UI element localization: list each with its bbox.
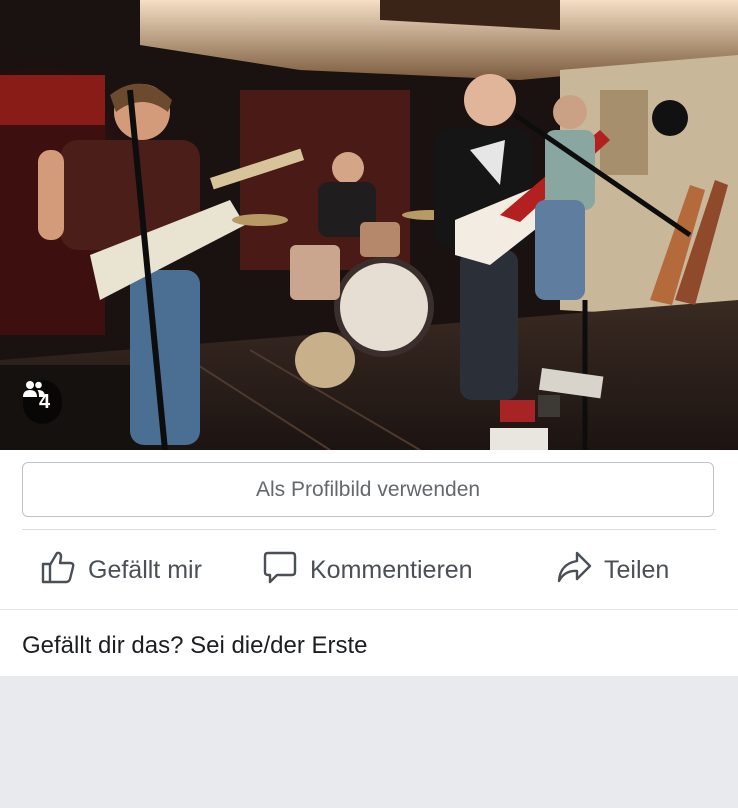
like-button[interactable]: Gefällt mir xyxy=(40,531,202,609)
comment-button[interactable]: Kommentieren xyxy=(262,531,473,609)
share-button[interactable]: Teilen xyxy=(556,531,669,609)
comment-label: Kommentieren xyxy=(310,555,473,584)
speech-bubble-icon xyxy=(262,549,298,592)
reactions-summary[interactable]: Gefällt dir das? Sei die/der Erste xyxy=(22,632,368,660)
post-photo[interactable]: 4 xyxy=(0,0,738,450)
share-label: Teilen xyxy=(604,555,670,584)
divider xyxy=(22,529,716,530)
page-background xyxy=(0,676,738,808)
divider xyxy=(0,609,738,610)
thumbs-up-icon xyxy=(40,549,76,592)
post-actions-bar: Gefällt mir Kommentieren Teilen xyxy=(0,531,738,609)
use-as-profile-picture-button[interactable]: Als Profilbild verwenden xyxy=(22,462,714,517)
share-arrow-icon xyxy=(556,549,592,592)
like-label: Gefällt mir xyxy=(88,555,202,584)
band-stage-photo xyxy=(0,0,738,450)
tagged-people-badge[interactable]: 4 xyxy=(23,380,63,424)
